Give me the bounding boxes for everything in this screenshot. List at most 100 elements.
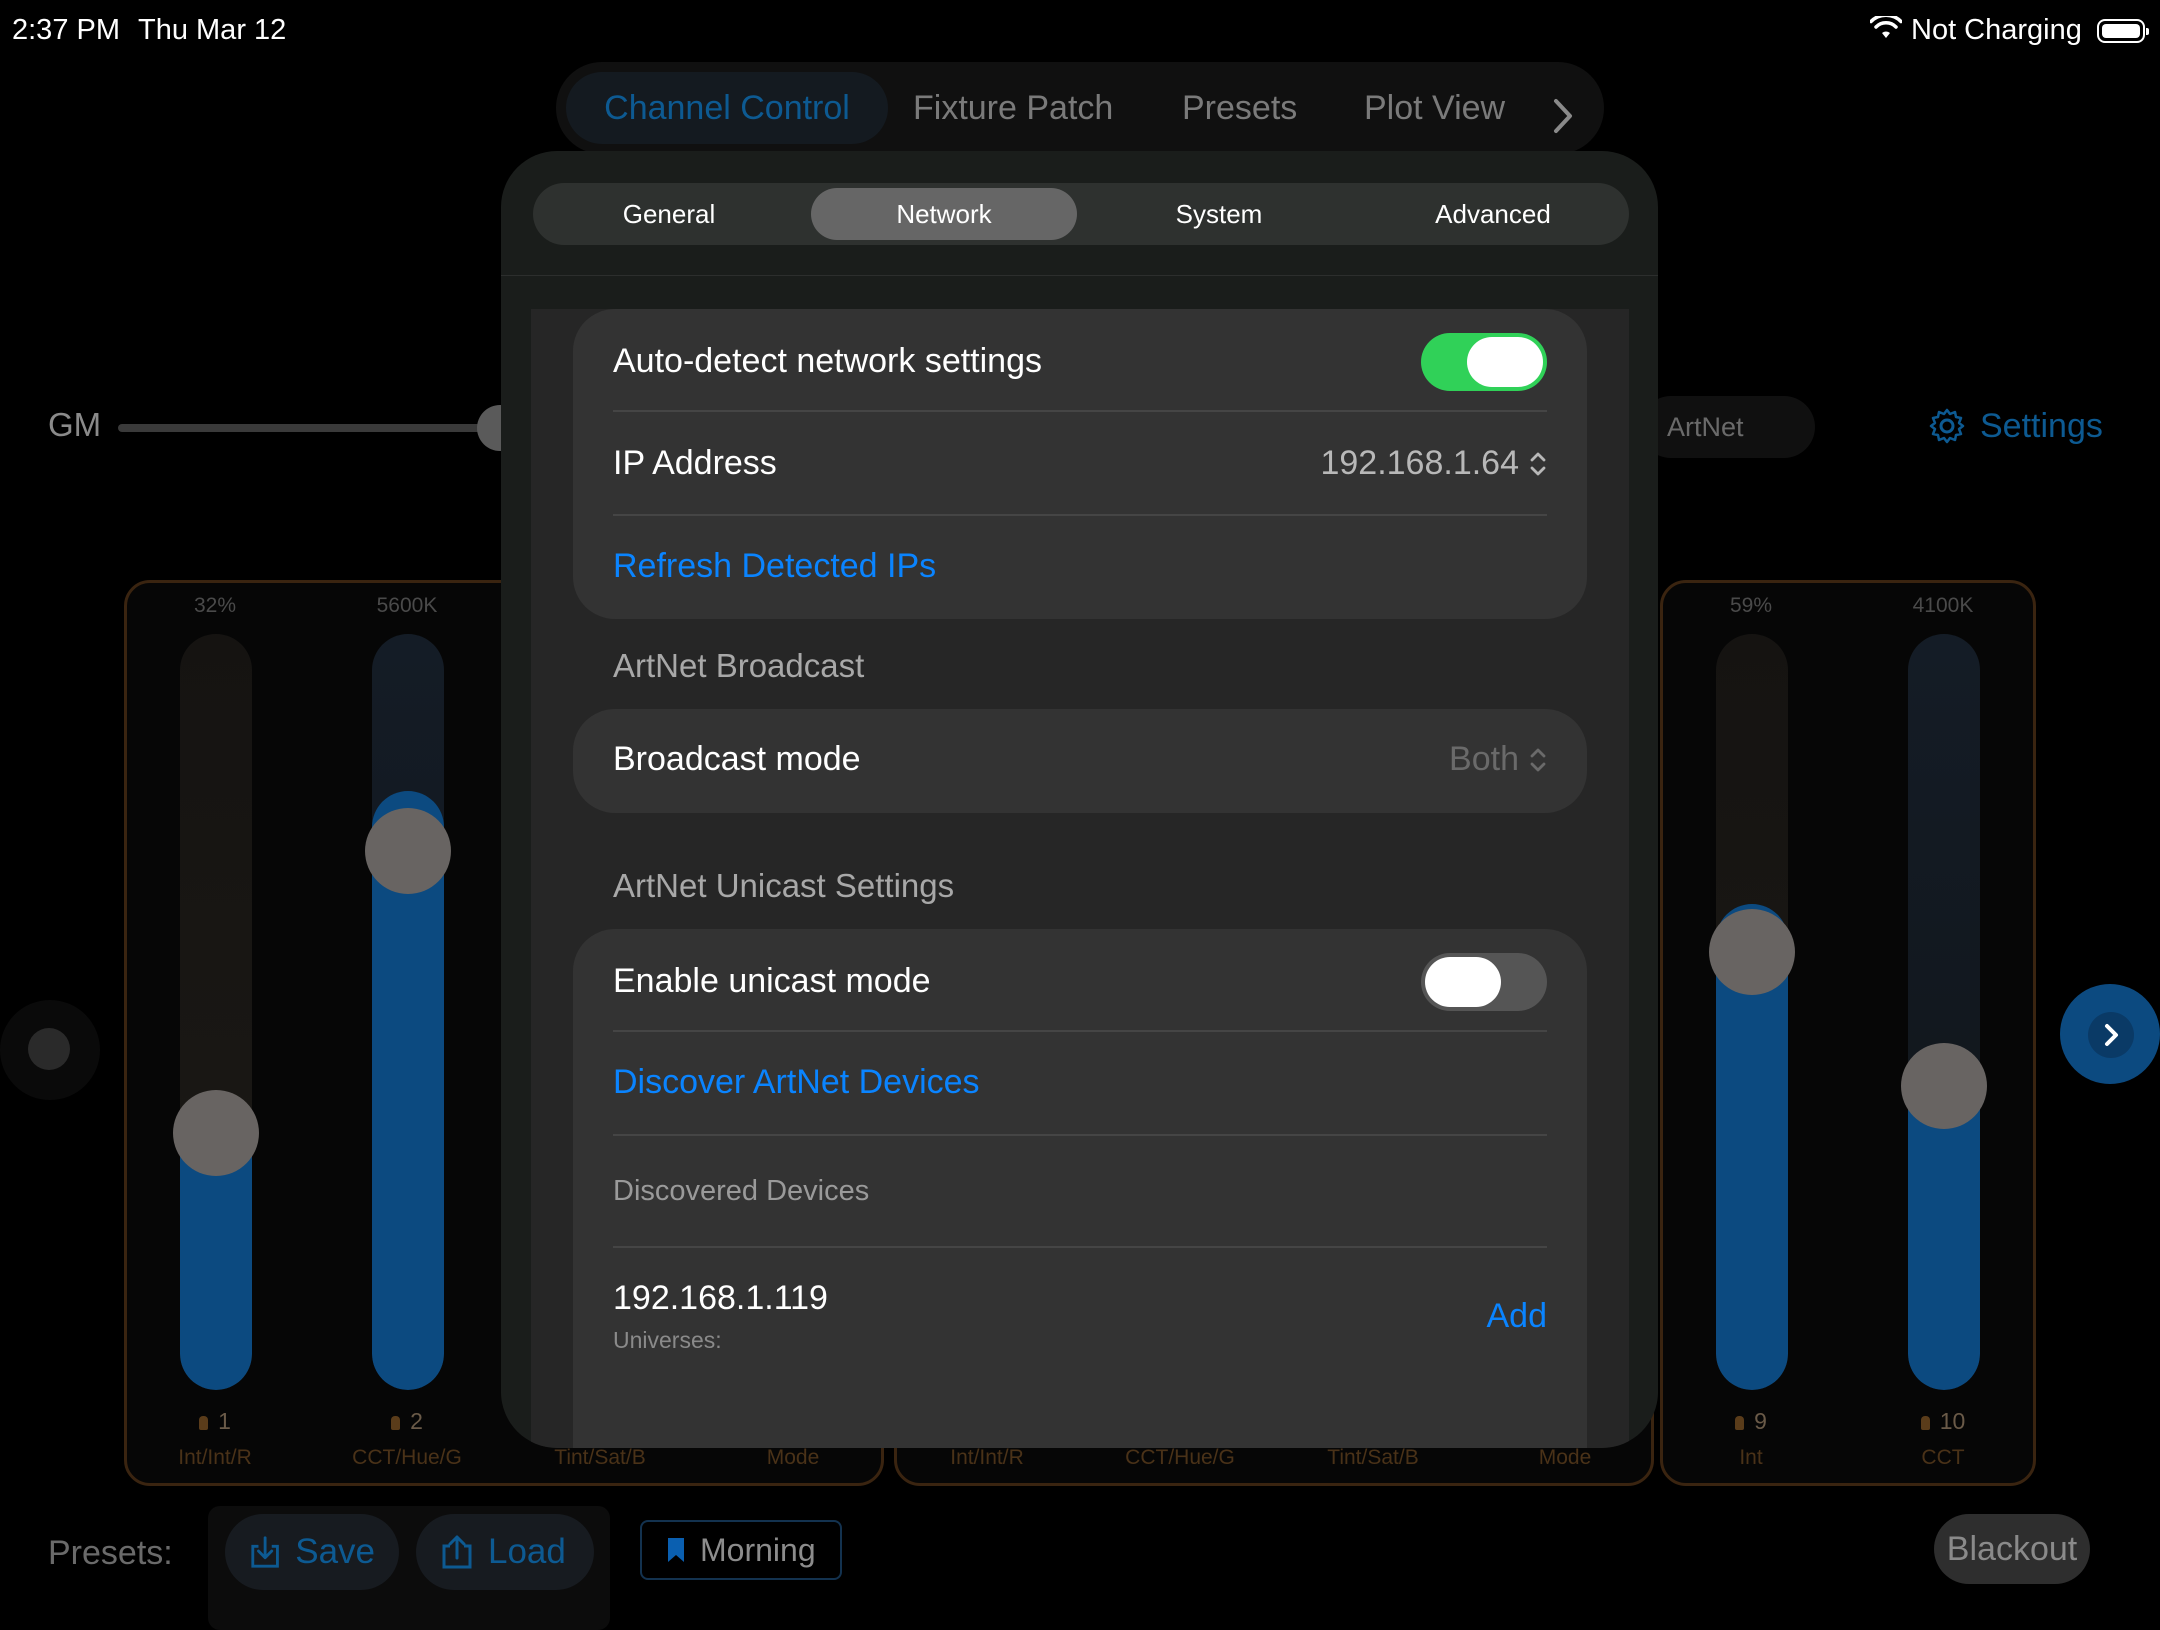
chevron-left-icon — [28, 1028, 70, 1070]
channel-fader[interactable]: 59% 9 Int — [1676, 580, 1826, 1486]
fixture-icon — [391, 1416, 401, 1430]
fader-attribute-label: Int — [1739, 1446, 1763, 1469]
previous-page-button[interactable] — [0, 1000, 100, 1100]
load-preset-button[interactable]: Load — [416, 1514, 594, 1590]
discovered-devices-label: Discovered Devices — [613, 1175, 870, 1207]
segment-system[interactable]: System — [1083, 183, 1355, 245]
save-label: Save — [295, 1532, 375, 1571]
fader-value: 32% — [193, 594, 237, 617]
status-time: 2:37 PM — [12, 14, 120, 46]
bookmark-icon — [668, 1538, 684, 1562]
settings-segmented-control: General Network System Advanced — [533, 183, 1629, 245]
device-ip: 192.168.1.119 — [613, 1279, 828, 1317]
fader-value: 59% — [1729, 594, 1773, 617]
channel-number: 9 — [1754, 1408, 1767, 1434]
grand-master-label: GM — [48, 406, 102, 443]
tab-plot-view[interactable]: Plot View — [1364, 72, 1505, 144]
chevron-up-down-icon — [1530, 452, 1546, 475]
fader-value: 4100K — [1912, 594, 1974, 617]
fader-attribute-label: Tint/Sat/B — [554, 1446, 646, 1469]
segment-general[interactable]: General — [533, 183, 805, 245]
refresh-ips-button[interactable]: Refresh Detected IPs — [613, 547, 1547, 586]
ip-address-picker[interactable]: 192.168.1.64 — [1320, 444, 1547, 483]
ip-address-value: 192.168.1.64 — [1320, 444, 1519, 482]
device-universes-label: Universes: — [613, 1327, 722, 1353]
settings-label: Settings — [1980, 406, 2103, 445]
fader-attribute-label: Int/Int/R — [178, 1446, 252, 1469]
fader-channel-number: 2 — [332, 1408, 482, 1435]
add-device-button[interactable]: Add — [1487, 1297, 1548, 1336]
protocol-label: ArtNet — [1667, 412, 1744, 442]
ip-address-row[interactable]: IP Address 192.168.1.64 — [613, 439, 1547, 489]
fader-track[interactable] — [1908, 634, 1980, 1390]
status-date: Thu Mar 12 — [138, 14, 287, 46]
enable-unicast-label: Enable unicast mode — [613, 962, 931, 1000]
row-separator — [613, 514, 1547, 516]
unicast-section-header: ArtNet Unicast Settings — [613, 867, 955, 904]
sheet-divider — [501, 275, 1658, 276]
fader-attribute-label: Mode — [1538, 1446, 1592, 1469]
tab-channel-control[interactable]: Channel Control — [566, 72, 888, 144]
toggle-knob — [1425, 957, 1501, 1007]
broadcast-card: Broadcast mode Both — [573, 709, 1587, 813]
enable-unicast-toggle[interactable] — [1421, 953, 1547, 1011]
fixture-icon — [1735, 1416, 1745, 1430]
fader-knob[interactable] — [1901, 1043, 1987, 1129]
row-separator — [613, 1246, 1547, 1248]
fader-attribute-label: Tint/Sat/B — [1327, 1446, 1419, 1469]
channel-fader[interactable]: 4100K 10 CCT — [1868, 580, 2018, 1486]
battery-status-text: Not Charging — [1911, 14, 2082, 46]
channel-fader[interactable]: 32% 1 Int/Int/R — [140, 580, 290, 1486]
settings-sheet: General Network System Advanced Auto-det… — [501, 151, 1658, 1448]
fader-channel-number: 9 — [1676, 1408, 1826, 1435]
fader-track[interactable] — [180, 634, 252, 1390]
fader-channel-number: 1 — [140, 1408, 290, 1435]
auto-detect-label: Auto-detect network settings — [613, 342, 1043, 380]
fader-attribute-label: CCT/Hue/G — [1125, 1446, 1235, 1469]
auto-detect-toggle[interactable] — [1421, 333, 1547, 391]
grand-master-slider[interactable] — [118, 424, 498, 432]
ip-address-label: IP Address — [613, 444, 777, 482]
presets-label: Presets: — [48, 1534, 173, 1572]
fader-knob[interactable] — [173, 1090, 259, 1176]
current-preset-chip[interactable]: Morning — [640, 1520, 842, 1580]
fader-attribute-label: CCT/Hue/G — [352, 1446, 462, 1469]
chevron-up-down-icon — [1530, 748, 1546, 771]
broadcast-mode-row[interactable]: Broadcast mode Both — [613, 735, 1547, 785]
fader-knob[interactable] — [365, 808, 451, 894]
chevron-right-icon — [2088, 1012, 2134, 1058]
save-preset-button[interactable]: Save — [225, 1514, 399, 1590]
blackout-button[interactable]: Blackout — [1934, 1514, 2090, 1584]
gear-icon — [1929, 408, 1965, 444]
broadcast-mode-value: Both — [1449, 740, 1519, 778]
chevron-right-icon[interactable] — [1552, 88, 1574, 160]
row-separator — [613, 410, 1547, 412]
unicast-card: Enable unicast mode Discover ArtNet Devi… — [573, 929, 1587, 1448]
share-icon — [442, 1535, 472, 1569]
load-label: Load — [488, 1532, 566, 1571]
network-detection-card: Auto-detect network settings IP Address … — [573, 309, 1587, 619]
fader-attribute-label: Mode — [766, 1446, 820, 1469]
fader-track[interactable] — [1716, 634, 1788, 1390]
fader-track[interactable] — [372, 634, 444, 1390]
settings-button[interactable]: Settings — [1928, 404, 2103, 448]
auto-detect-row: Auto-detect network settings — [613, 333, 1547, 391]
broadcast-mode-picker[interactable]: Both — [1449, 740, 1547, 779]
channel-fader[interactable]: 5600K 2 CCT/Hue/G — [332, 580, 482, 1486]
segment-network[interactable]: Network — [811, 188, 1077, 240]
fixture-icon — [199, 1416, 209, 1430]
fader-channel-number: 10 — [1868, 1408, 2018, 1435]
row-separator — [613, 1134, 1547, 1136]
fader-knob[interactable] — [1709, 909, 1795, 995]
network-settings-list[interactable]: Auto-detect network settings IP Address … — [531, 309, 1629, 1448]
segment-advanced[interactable]: Advanced — [1357, 183, 1629, 245]
tab-presets[interactable]: Presets — [1182, 72, 1297, 144]
next-page-button[interactable] — [2060, 984, 2160, 1084]
fader-attribute-label: Int/Int/R — [950, 1446, 1024, 1469]
main-tab-bar: Channel Control Fixture Patch Presets Pl… — [556, 62, 1604, 154]
tab-fixture-patch[interactable]: Fixture Patch — [913, 72, 1113, 144]
fixture-icon — [1920, 1416, 1930, 1430]
discover-devices-button[interactable]: Discover ArtNet Devices — [613, 1063, 1547, 1102]
fader-attribute-label: CCT — [1921, 1446, 1965, 1469]
broadcast-section-header: ArtNet Broadcast — [613, 647, 865, 684]
